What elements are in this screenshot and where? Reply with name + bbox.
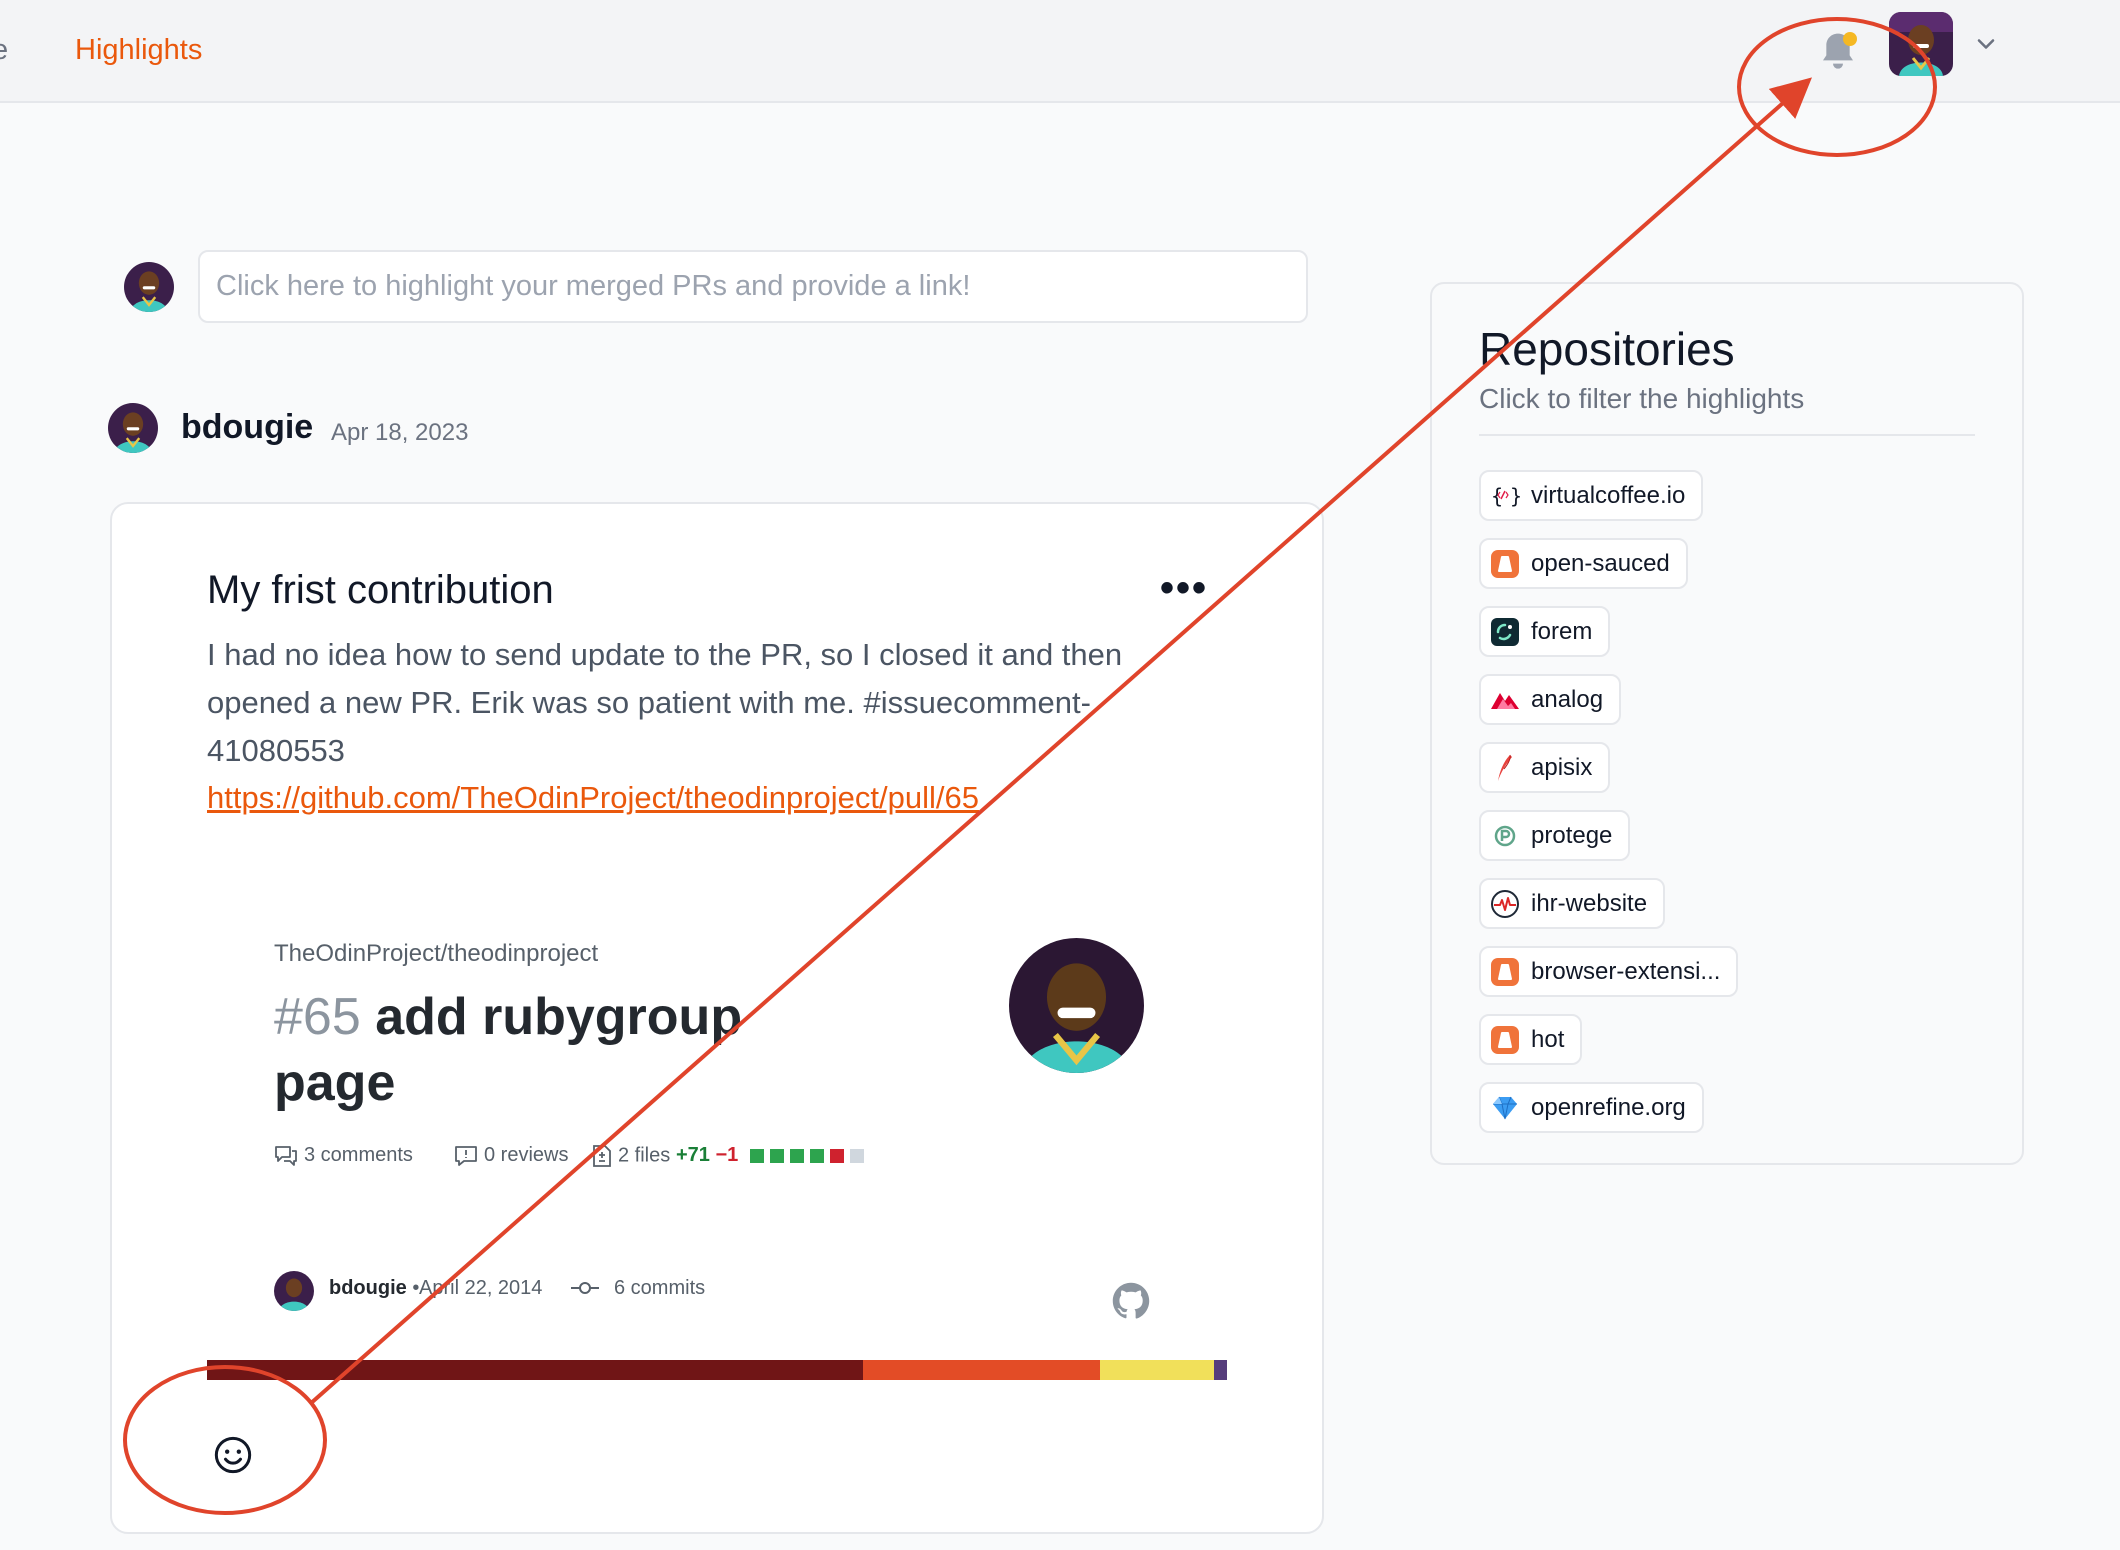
repo-chip-label: ihr-website xyxy=(1531,889,1648,917)
highlight-composer-input[interactable] xyxy=(198,250,1308,323)
highlight-body: I had no idea how to send update to the … xyxy=(207,637,1123,768)
repositories-title: Repositories xyxy=(1479,323,1735,375)
repo-chip-analog[interactable]: analog xyxy=(1479,674,1622,725)
review-icon xyxy=(455,1145,477,1166)
analog-icon xyxy=(1489,684,1521,716)
repo-chip-ihr-website[interactable]: ihr-website xyxy=(1479,878,1666,929)
language-bar-segment xyxy=(862,1360,1100,1380)
repo-chip-open-sauced[interactable]: open-sauced xyxy=(1479,538,1688,589)
diff-square xyxy=(809,1148,824,1163)
pr-diff-stat: +71 −1 xyxy=(676,1144,864,1167)
forem-icon xyxy=(1489,616,1521,648)
pr-comments-stat: 3 comments xyxy=(274,1144,413,1167)
diff-square xyxy=(849,1148,864,1163)
post-author-name[interactable]: bdougie xyxy=(181,408,313,447)
diff-square xyxy=(749,1148,764,1163)
comments-icon xyxy=(275,1145,297,1166)
pr-title: #65 add rubygroup page xyxy=(274,984,834,1116)
diff-square xyxy=(789,1148,804,1163)
repo-chip-hot[interactable]: hot xyxy=(1479,1014,1583,1065)
highlight-title: My frist contribution xyxy=(207,568,554,612)
repo-chip-label: hot xyxy=(1531,1025,1565,1053)
post-date: Apr 18, 2023 xyxy=(331,419,469,446)
top-navigation-bar: e Highlights xyxy=(0,0,2120,103)
repo-chip-apisix[interactable]: apisix xyxy=(1479,742,1611,793)
pr-author-large-avatar xyxy=(1009,938,1144,1073)
pr-author-name: bdougie • xyxy=(329,1277,420,1299)
user-menu-avatar[interactable] xyxy=(1889,12,1953,76)
highlight-pr-link[interactable]: https://github.com/TheOdinProject/theodi… xyxy=(207,780,979,816)
language-bar-segment xyxy=(1213,1360,1227,1380)
repositories-subtitle: Click to filter the highlights xyxy=(1479,383,1805,414)
pr-repo-name: TheOdinProject/theodinproject xyxy=(274,940,599,967)
language-bar-segment xyxy=(1099,1360,1214,1380)
pr-author-avatar xyxy=(274,1271,314,1311)
repo-chip-label: analog xyxy=(1531,685,1604,713)
apisix-icon xyxy=(1489,752,1521,784)
pr-files-stat: 2 files xyxy=(592,1144,670,1168)
repo-chip-label: openrefine.org xyxy=(1531,1093,1686,1121)
repo-chip-forem[interactable]: forem xyxy=(1479,606,1611,657)
chevron-down-icon[interactable] xyxy=(1972,30,2000,58)
file-diff-icon xyxy=(593,1145,611,1167)
repo-chip-label: protege xyxy=(1531,821,1613,849)
nav-item-partial[interactable]: e xyxy=(0,34,8,67)
notification-dot xyxy=(1843,32,1857,46)
open-sauced-icon xyxy=(1489,548,1521,580)
diff-squares xyxy=(744,1144,864,1166)
repo-chip-virtualcoffee[interactable]: {} virtualcoffee.io xyxy=(1479,470,1704,521)
pr-date: April 22, 2014 xyxy=(419,1277,543,1299)
pr-reviews-stat: 0 reviews xyxy=(454,1144,568,1167)
github-icon[interactable] xyxy=(1112,1282,1150,1320)
add-reaction-smiley-icon[interactable] xyxy=(213,1435,253,1475)
pr-preview-card[interactable]: TheOdinProject/theodinproject #65 add ru… xyxy=(207,872,1227,1382)
repo-chip-label: virtualcoffee.io xyxy=(1531,481,1686,509)
language-bar xyxy=(207,1360,1227,1380)
repo-chip-label: browser-extensi... xyxy=(1531,957,1721,985)
repo-chip-label: open-sauced xyxy=(1531,549,1670,577)
composer-avatar xyxy=(124,262,174,312)
diff-square xyxy=(829,1148,844,1163)
protege-icon xyxy=(1489,820,1521,852)
ihr-icon xyxy=(1489,888,1521,920)
divider xyxy=(1479,434,1975,436)
language-bar-segment xyxy=(207,1360,863,1380)
post-author-avatar[interactable] xyxy=(108,403,158,453)
repo-chip-label: apisix xyxy=(1531,753,1593,781)
pr-number: #65 xyxy=(274,988,361,1046)
svg-text:}: } xyxy=(1510,484,1521,508)
open-sauced-icon xyxy=(1489,956,1521,988)
commit-icon xyxy=(569,1277,601,1305)
diff-square xyxy=(769,1148,784,1163)
virtualcoffee-icon: {} xyxy=(1489,480,1521,512)
repo-chip-openrefine[interactable]: openrefine.org xyxy=(1479,1082,1704,1133)
repo-chip-label: forem xyxy=(1531,617,1593,645)
open-sauced-icon xyxy=(1489,1024,1521,1056)
diamond-icon xyxy=(1489,1092,1521,1124)
nav-item-highlights[interactable]: Highlights xyxy=(75,34,202,67)
repo-chip-protege[interactable]: protege xyxy=(1479,810,1631,861)
repo-chip-browser-extension[interactable]: browser-extensi... xyxy=(1479,946,1739,997)
pr-commits: 6 commits xyxy=(614,1277,706,1299)
svg-text:{: { xyxy=(1491,484,1503,508)
more-options-icon[interactable]: ••• xyxy=(1160,568,1208,608)
